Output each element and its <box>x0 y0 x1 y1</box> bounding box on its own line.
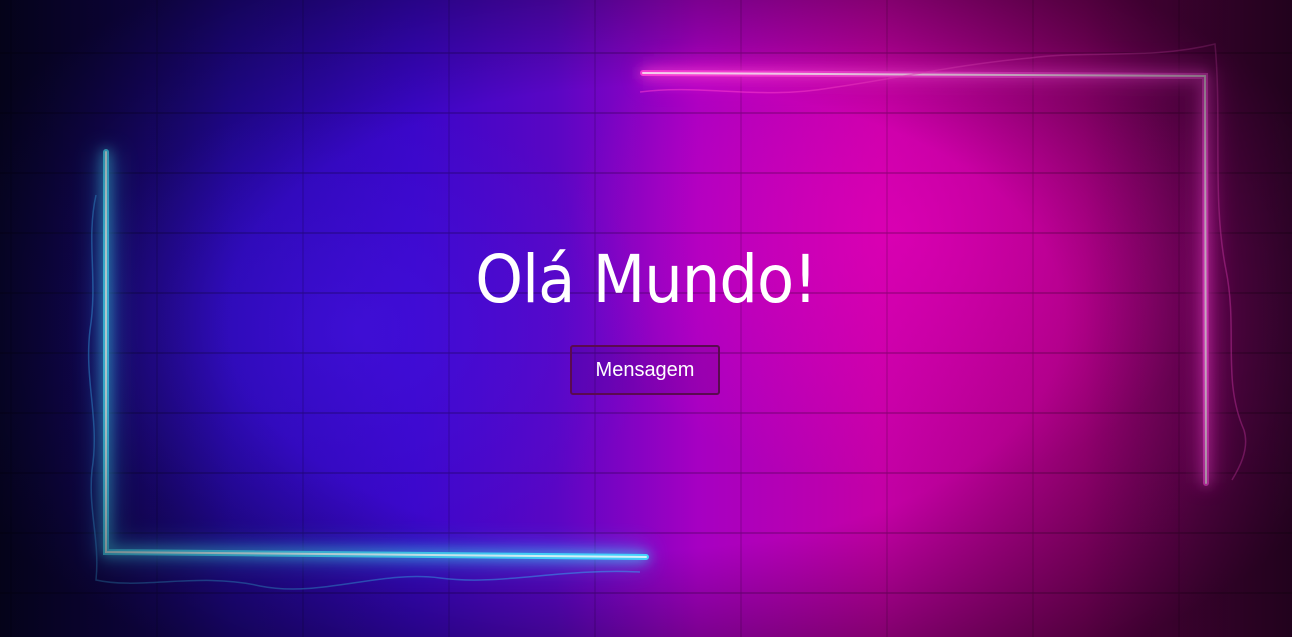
message-button[interactable]: Mensagem <box>570 345 720 395</box>
hero-section: Olá Mundo! Mensagem <box>0 0 1292 637</box>
hero-title: Olá Mundo! <box>475 241 817 318</box>
blue-neon-line <box>87 149 649 590</box>
